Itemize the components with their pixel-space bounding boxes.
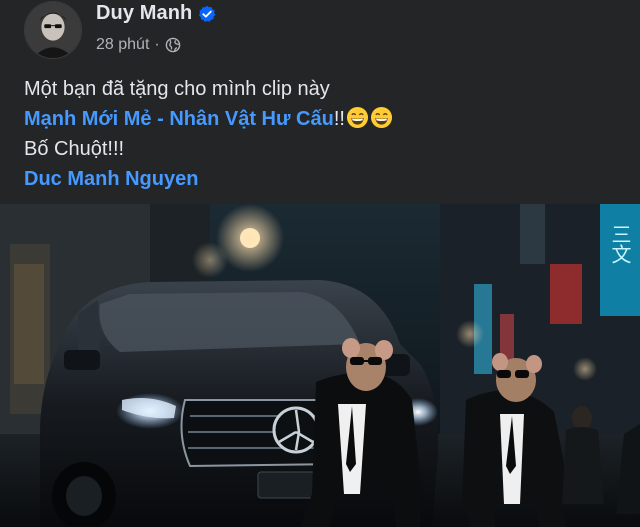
exclamation-text: !! — [333, 108, 345, 130]
author-name[interactable]: Duy Manh — [96, 2, 192, 25]
meta-separator: · — [154, 36, 160, 53]
post-text: Một bạn đã tặng cho mình clip này Mạnh M… — [24, 74, 624, 194]
neon-sign-text: 三文 — [608, 224, 632, 264]
page-link[interactable]: Mạnh Mới Mẻ - Nhân Vật Hư Cấu — [24, 108, 334, 130]
verified-badge-icon — [198, 5, 216, 23]
globe-icon[interactable] — [165, 37, 181, 53]
video-thumbnail: 三文 — [0, 204, 640, 527]
post-line-1: Một bạn đã tặng cho mình clip này — [24, 78, 330, 100]
post-line-3: Bố Chuột!!! — [24, 138, 125, 160]
post-header: Duy Manh 28 phút · — [0, 0, 640, 70]
grinning-face-icon — [346, 106, 369, 129]
avatar[interactable] — [24, 1, 82, 59]
author-row: Duy Manh — [96, 2, 216, 25]
post-timestamp[interactable]: 28 phút — [96, 36, 149, 54]
avatar-image — [25, 2, 81, 58]
post-line-2: Mạnh Mới Mẻ - Nhân Vật Hư Cấu!! — [24, 104, 624, 134]
tagged-person-link[interactable]: Duc Manh Nguyen — [24, 168, 198, 190]
post-meta: 28 phút · — [96, 36, 181, 54]
grinning-face-icon — [370, 106, 393, 129]
post-video[interactable]: 三文 — [0, 204, 640, 527]
post-line-4: Duc Manh Nguyen — [24, 164, 624, 194]
